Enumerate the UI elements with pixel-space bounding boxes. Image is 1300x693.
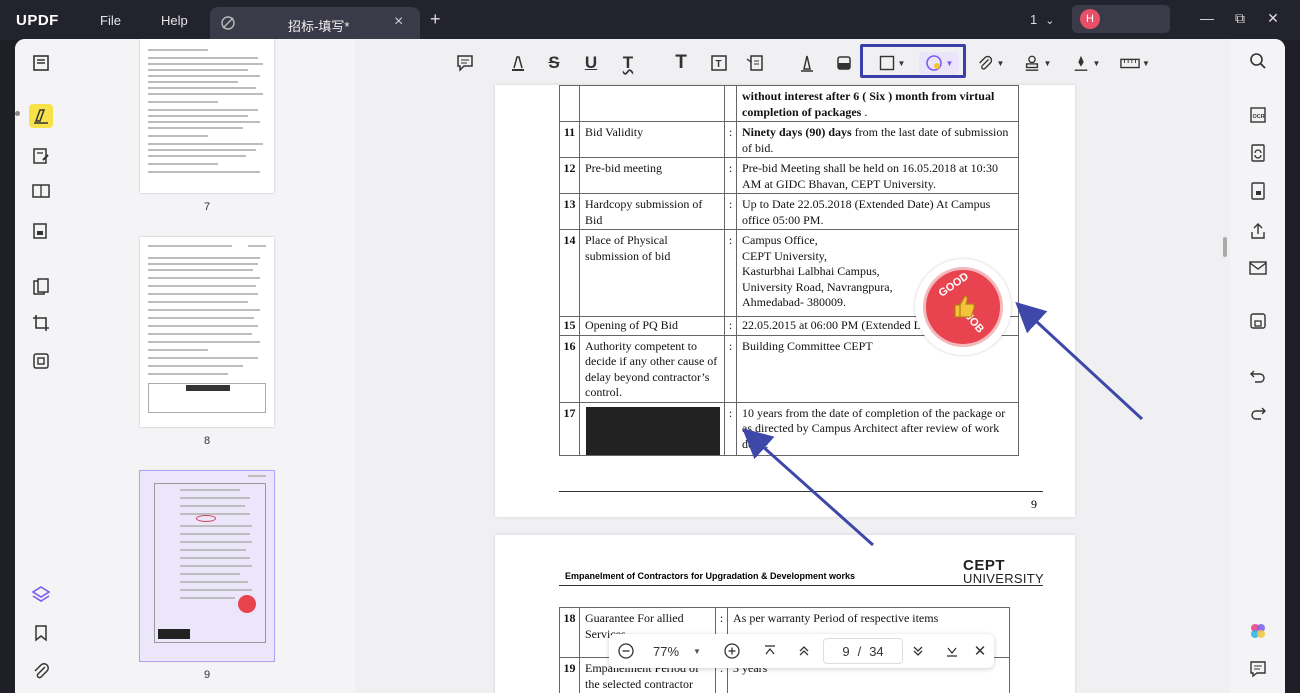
minimize-icon[interactable]: — [1198, 10, 1216, 28]
total-pages: 34 [869, 643, 884, 659]
close-window-icon[interactable]: ✕ [1264, 10, 1282, 28]
restore-icon[interactable]: ⧉ [1231, 10, 1249, 28]
page-layout-icon[interactable] [29, 179, 53, 203]
reader-mode-icon[interactable] [29, 51, 53, 75]
caret-down-icon: ▼ [693, 646, 701, 656]
zoom-level-select[interactable]: 77% ▼ [647, 642, 707, 660]
thumbnail-panel: 7 8 9 [70, 39, 355, 693]
page-number-input[interactable]: 9 / 34 [823, 638, 903, 664]
left-toolbar [15, 39, 70, 693]
avatar: H [1080, 9, 1100, 29]
window-page-number: 1 [1030, 12, 1038, 27]
redo-icon[interactable] [1246, 401, 1270, 425]
title-bar: UPDF File Help 招标-填写* × + 1 ⌄ H — ⧉ ✕ [0, 0, 1300, 40]
comment-mode-icon[interactable] [29, 104, 53, 128]
vertical-scrollbar[interactable] [1223, 237, 1227, 257]
chevron-down-icon: ⌄ [1045, 15, 1055, 27]
app-logo: UPDF [16, 12, 59, 29]
chat-comments-icon[interactable] [1246, 657, 1270, 681]
attachment-icon[interactable] [29, 659, 53, 683]
ai-assistant-icon[interactable] [1246, 619, 1270, 643]
menu-file[interactable]: File [100, 13, 121, 28]
ocr-icon[interactable]: OCR [1246, 103, 1270, 127]
arrow-to-redaction [742, 428, 874, 547]
layers-icon[interactable] [29, 582, 53, 606]
next-page-icon[interactable] [909, 642, 927, 660]
svg-text:OCR: OCR [1253, 114, 1265, 120]
previous-page-icon[interactable] [795, 642, 813, 660]
thumbnail-page-number: 9 [203, 669, 211, 681]
page-separator: / [857, 643, 862, 659]
protect-icon[interactable] [1246, 179, 1270, 203]
save-icon[interactable] [1246, 309, 1270, 333]
app-body: 7 8 9 without interest after 6 (Six) m… [15, 39, 1285, 693]
zoom-level: 77% [653, 643, 680, 659]
annotation-arrows [742, 301, 1144, 547]
user-account[interactable]: H [1072, 5, 1170, 33]
last-page-icon[interactable] [943, 642, 961, 660]
zoom-out-icon[interactable] [617, 642, 635, 660]
sidebar-dot-indicator [15, 111, 20, 116]
zoom-in-icon[interactable] [723, 642, 741, 660]
right-toolbar: OCR [1230, 39, 1285, 693]
unsaved-document-icon [221, 16, 235, 30]
email-icon[interactable] [1246, 256, 1270, 280]
page-thumbnail-7[interactable] [140, 39, 274, 193]
convert-icon[interactable] [1246, 141, 1270, 165]
document-canvas: without interest after 6 ( Six ) month f… [355, 39, 1230, 693]
menu-help[interactable]: Help [161, 13, 188, 28]
undo-icon[interactable] [1246, 364, 1270, 388]
current-page: 9 [842, 643, 850, 659]
organize-pages-icon[interactable] [29, 275, 53, 299]
tools-icon[interactable] [29, 349, 53, 373]
close-zoombar-icon[interactable]: ✕ [971, 642, 989, 660]
page-thumbnail-8[interactable] [140, 237, 274, 427]
search-icon[interactable] [1246, 49, 1270, 73]
thumbnail-page-number: 8 [203, 435, 211, 447]
form-edit-icon[interactable] [29, 219, 53, 243]
thumbnail-page-number: 7 [203, 201, 211, 213]
window-page-indicator[interactable]: 1 ⌄ [1030, 12, 1054, 27]
new-tab-button[interactable]: + [430, 9, 441, 30]
share-icon[interactable] [1246, 219, 1270, 243]
tab-title: 招标-填写* [288, 19, 350, 34]
arrow-to-stamp [1015, 301, 1144, 421]
bookmark-icon[interactable] [29, 621, 53, 645]
document-tab[interactable]: 招标-填写* × [210, 7, 420, 40]
tab-close-icon[interactable]: × [394, 13, 403, 31]
first-page-icon[interactable] [761, 642, 779, 660]
page-thumbnail-9[interactable] [139, 470, 275, 662]
crop-icon[interactable] [29, 311, 53, 335]
zoom-bar: 77% ▼ 9 / 34 ✕ [609, 634, 994, 668]
edit-pdf-icon[interactable] [29, 144, 53, 168]
